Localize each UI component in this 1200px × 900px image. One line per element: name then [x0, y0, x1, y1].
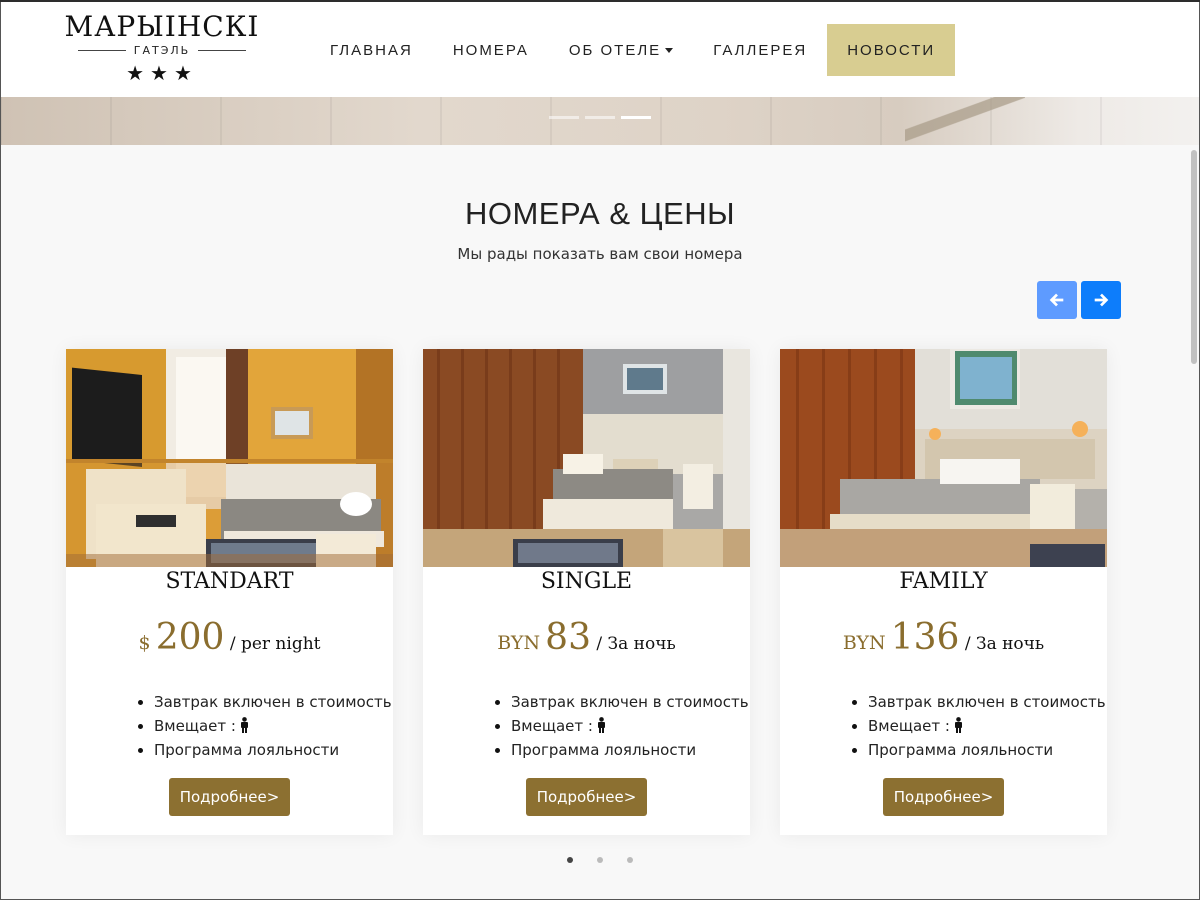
logo-title: МАРЫІНСКІ	[64, 10, 260, 43]
hotel-logo[interactable]: МАРЫІНСКІ ГАТЭЛЬ ★★★	[62, 10, 262, 86]
nav-label: ОБ ОТЕЛЕ	[568, 41, 662, 59]
logo-subtitle: ГАТЭЛЬ	[133, 44, 191, 57]
pagination-dot-active[interactable]	[567, 857, 573, 863]
room-photo[interactable]	[423, 349, 750, 567]
details-button[interactable]: Подробнее>	[169, 778, 290, 816]
room-name: SINGLE	[540, 569, 633, 594]
feature-item: Вмещает :	[868, 714, 1106, 738]
main-nav: ГЛАВНАЯ НОМЕРА ОБ ОТЕЛЕ ГАЛЛЕРЕЯ НОВОСТИ	[310, 24, 956, 76]
hero-indicators	[549, 116, 651, 119]
room-features: Завтрак включен в стоимость Вмещает : Пр…	[140, 690, 392, 762]
room-photo[interactable]	[780, 349, 1107, 567]
person-icon	[597, 717, 605, 733]
room-features: Завтрак включен в стоимость Вмещает : Пр…	[854, 690, 1106, 762]
hero-indicator[interactable]	[585, 116, 615, 119]
nav-item-gallery[interactable]: ГАЛЛЕРЕЯ	[693, 24, 827, 76]
room-price: $ 200 / per night	[66, 617, 393, 658]
room-name: STANDART	[165, 569, 294, 594]
room-price: BYN 136 / За ночь	[780, 617, 1107, 658]
feature-text: Вмещает :	[868, 717, 950, 735]
section-title: НОМЕРА & ЦЕНЫ	[464, 196, 736, 231]
nav-item-news[interactable]: НОВОСТИ	[827, 24, 956, 76]
details-button[interactable]: Подробнее>	[883, 778, 1004, 816]
logo-subtitle-row: ГАТЭЛЬ	[62, 44, 262, 57]
hero-indicator-active[interactable]	[621, 116, 651, 119]
feature-item: Программа лояльности	[868, 738, 1106, 762]
carousel-prev-button[interactable]	[1037, 281, 1077, 319]
room-price: BYN 83 / За ночь	[423, 617, 750, 658]
room-photo[interactable]	[66, 349, 393, 567]
hero-photo-detail	[905, 97, 1025, 145]
nav-label: НОМЕРА	[452, 41, 529, 59]
pagination-dot[interactable]	[597, 857, 603, 863]
person-icon	[240, 717, 248, 733]
nav-item-home[interactable]: ГЛАВНАЯ	[310, 24, 433, 76]
price-amount: 136	[890, 617, 960, 658]
feature-item: Завтрак включен в стоимость	[154, 690, 392, 714]
site-header: МАРЫІНСКІ ГАТЭЛЬ ★★★ ГЛАВНАЯ НОМЕРА ОБ О…	[0, 2, 1200, 97]
hero-indicator[interactable]	[549, 116, 579, 119]
star-rating: ★★★	[126, 61, 198, 85]
logo-divider	[77, 50, 126, 51]
arrow-right-icon	[1094, 293, 1109, 307]
pagination-dot[interactable]	[627, 857, 633, 863]
carousel-pagination	[567, 857, 633, 863]
feature-item: Завтрак включен в стоимость	[511, 690, 749, 714]
section-subtitle: Мы рады показать вам свои номера	[457, 245, 743, 263]
room-features: Завтрак включен в стоимость Вмещает : Пр…	[497, 690, 749, 762]
details-button[interactable]: Подробнее>	[526, 778, 647, 816]
room-name: FAMILY	[899, 569, 988, 594]
price-amount: 83	[545, 617, 591, 658]
price-currency: BYN	[842, 632, 886, 654]
caret-down-icon	[665, 47, 674, 53]
price-currency: $	[138, 632, 151, 654]
room-card-family: FAMILY BYN 136 / За ночь Завтрак включен…	[780, 349, 1107, 835]
nav-label: ГАЛЛЕРЕЯ	[713, 41, 808, 59]
feature-item: Программа лояльности	[154, 738, 392, 762]
feature-text: Вмещает :	[154, 717, 236, 735]
price-period: / per night	[224, 634, 321, 654]
price-currency: BYN	[497, 632, 541, 654]
nav-item-about[interactable]: ОБ ОТЕЛЕ	[549, 24, 693, 76]
room-card-single: SINGLE BYN 83 / За ночь Завтрак включен …	[423, 349, 750, 835]
room-card-standart: STANDART $ 200 / per night Завтрак включ…	[66, 349, 393, 835]
nav-label: ГЛАВНАЯ	[330, 41, 413, 59]
arrow-left-icon	[1049, 293, 1064, 307]
logo-divider	[198, 50, 247, 51]
feature-item: Вмещает :	[511, 714, 749, 738]
person-icon	[954, 717, 962, 733]
hero-slider	[0, 97, 1200, 145]
carousel-next-button[interactable]	[1081, 281, 1121, 319]
feature-item: Программа лояльности	[511, 738, 749, 762]
feature-text: Вмещает :	[511, 717, 593, 735]
price-period: / За ночь	[590, 634, 676, 654]
nav-label: НОВОСТИ	[847, 41, 936, 59]
feature-item: Завтрак включен в стоимость	[868, 690, 1106, 714]
feature-item: Вмещает :	[154, 714, 392, 738]
price-period: / За ночь	[959, 634, 1045, 654]
nav-item-rooms[interactable]: НОМЕРА	[433, 24, 549, 76]
price-amount: 200	[155, 617, 225, 658]
